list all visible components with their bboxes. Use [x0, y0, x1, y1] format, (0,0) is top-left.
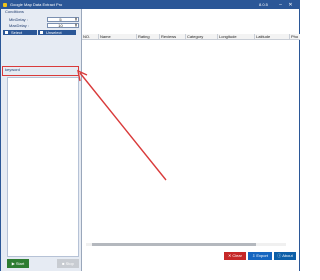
- info-icon: ⓘ: [277, 253, 282, 258]
- play-icon: ▶: [11, 261, 15, 266]
- app-window: Google Map Data Extract Pro 8.0.5 – ✕ Co…: [0, 0, 300, 271]
- max-delay-label: MaxDelay :: [9, 23, 30, 28]
- start-label: Start: [15, 261, 25, 266]
- select-all-checkbox[interactable]: Select: [3, 30, 37, 35]
- export-label: Export: [256, 253, 268, 258]
- title-bar[interactable]: Google Map Data Extract Pro 8.0.5 – ✕: [1, 1, 299, 9]
- table-header: NO. Name Rating Reviews Category Longitu…: [82, 34, 300, 40]
- select-label: Select: [11, 30, 23, 35]
- version-label: 8.0.5: [259, 2, 268, 7]
- left-panel: Conditions MinDelay : 5 ▲ ▼ MaxDelay : 10…: [1, 9, 81, 271]
- column-header-reviews[interactable]: Reviews: [160, 34, 186, 40]
- unselect-checkbox[interactable]: Unselect: [38, 30, 76, 35]
- screenshot-stage: Google Map Data Extract Pro 8.0.5 – ✕ Co…: [0, 0, 300, 280]
- conditions-group: Conditions MinDelay : 5 ▲ ▼ MaxDelay : 10…: [3, 9, 79, 73]
- keyword-textarea[interactable]: [7, 77, 79, 257]
- spin-arrows-icon[interactable]: ▲ ▼: [74, 23, 78, 28]
- unselect-label: Unselect: [46, 30, 62, 35]
- close-button[interactable]: ✕: [287, 2, 294, 8]
- column-header-phone[interactable]: Pho: [290, 34, 300, 40]
- scrollbar-thumb[interactable]: [92, 243, 256, 246]
- stop-icon: ■: [62, 261, 65, 266]
- clear-icon: ✕: [228, 253, 232, 258]
- column-header-name[interactable]: Name: [99, 34, 137, 40]
- column-header-rating[interactable]: Rating: [137, 34, 160, 40]
- export-button[interactable]: ⇩Export: [248, 252, 272, 260]
- min-delay-value: 5: [59, 17, 62, 22]
- min-delay-label: MinDelay :: [9, 17, 28, 22]
- column-header-no[interactable]: NO.: [82, 34, 99, 40]
- stop-button[interactable]: ■Stop: [57, 259, 79, 268]
- clear-button[interactable]: ✕Clear: [224, 252, 246, 260]
- export-icon: ⇩: [252, 253, 256, 258]
- horizontal-scrollbar[interactable]: [86, 243, 286, 246]
- stop-label: Stop: [65, 261, 74, 266]
- app-icon: [3, 3, 7, 7]
- clear-label: Clear: [232, 253, 242, 258]
- column-header-latitude[interactable]: Latitude: [255, 34, 290, 40]
- max-delay-stepper[interactable]: 10 ▲ ▼: [47, 23, 79, 28]
- about-label: About: [282, 253, 293, 258]
- start-button[interactable]: ▶Start: [7, 259, 29, 268]
- max-delay-value: 10: [58, 23, 63, 28]
- minimize-button[interactable]: –: [277, 2, 284, 8]
- column-header-longitude[interactable]: Longitude: [218, 34, 255, 40]
- conditions-label: Conditions: [5, 9, 24, 14]
- checkbox-icon: [5, 31, 8, 34]
- about-button[interactable]: ⓘAbout: [274, 252, 296, 260]
- spin-arrows-icon[interactable]: ▲ ▼: [74, 17, 78, 22]
- window-title: Google Map Data Extract Pro: [10, 2, 63, 7]
- checkbox-icon: [40, 31, 43, 34]
- keyword-label: keyword: [5, 67, 20, 72]
- results-table[interactable]: NO. Name Rating Reviews Category Longitu…: [81, 9, 300, 271]
- column-header-category[interactable]: Category: [186, 34, 218, 40]
